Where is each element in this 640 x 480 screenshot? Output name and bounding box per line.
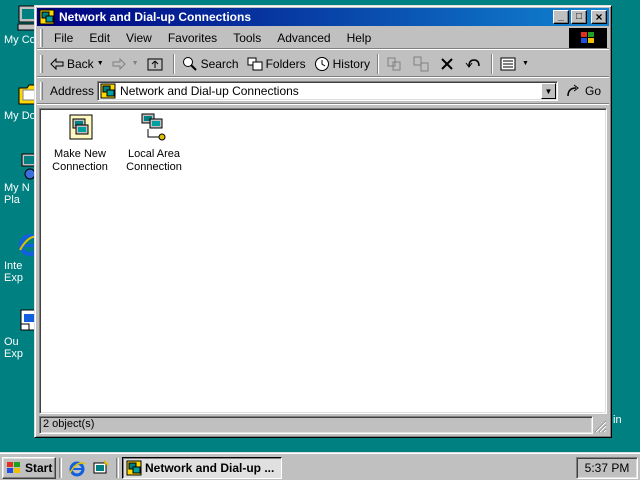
minimize-button[interactable]: _ xyxy=(553,10,569,24)
start-label: Start xyxy=(25,460,53,475)
make-new-connection-label: Make New Connection xyxy=(52,148,108,173)
system-tray: 5:37 PM xyxy=(576,457,638,479)
menu-help[interactable]: Help xyxy=(339,31,380,45)
network-connections-icon xyxy=(100,83,116,99)
folders-button[interactable]: Folders xyxy=(243,53,310,75)
go-arrow-icon xyxy=(567,84,579,97)
window-title: Network and Dial-up Connections xyxy=(59,10,252,24)
up-folder-button[interactable] xyxy=(143,53,170,75)
menu-edit[interactable]: Edit xyxy=(81,31,118,45)
taskbar-window-button[interactable]: Network and Dial-up ... xyxy=(122,456,282,479)
undo-icon xyxy=(465,58,480,68)
go-button[interactable]: Go xyxy=(562,84,609,98)
taskbar: Start Network and Dial-up ... 5:37 PM xyxy=(0,452,640,480)
back-button-label: Back xyxy=(67,56,94,71)
toolbar-separator xyxy=(376,53,379,74)
internet-explorer-icon[interactable] xyxy=(68,459,86,477)
search-button[interactable]: Search xyxy=(178,53,243,75)
address-input[interactable]: Network and Dial-up Connections ▼ xyxy=(97,81,558,101)
make-new-connection-item[interactable]: Make New Connection xyxy=(46,113,114,174)
menu-favorites[interactable]: Favorites xyxy=(160,31,225,45)
toolbar-grip[interactable] xyxy=(40,54,43,73)
address-bar: Address Network and Dial-up Connections … xyxy=(37,79,609,104)
clock[interactable]: 5:37 PM xyxy=(585,461,630,475)
forward-button[interactable]: ▼ xyxy=(108,53,143,75)
move-to-button[interactable] xyxy=(382,53,409,75)
up-folder-icon xyxy=(147,58,163,70)
windows-flag-icon xyxy=(7,461,20,473)
menu-view[interactable]: View xyxy=(118,31,160,45)
search-button-label: Search xyxy=(200,56,239,71)
back-dropdown-icon[interactable]: ▼ xyxy=(97,60,104,67)
standard-toolbar: Back ▼ ▼ Search Folders History ▼ xyxy=(37,51,609,77)
views-icon xyxy=(500,57,516,70)
network-connections-icon xyxy=(126,460,142,475)
status-object-count: 2 object(s) xyxy=(39,416,593,434)
chevron-down-icon: ▼ xyxy=(544,86,553,96)
move-to-icon xyxy=(387,57,401,70)
local-area-connection-label: Local Area Connection xyxy=(126,148,182,173)
folders-button-label: Folders xyxy=(265,56,306,71)
views-button[interactable]: ▼ xyxy=(496,53,533,75)
windows-flag-icon xyxy=(581,32,594,43)
resize-grip-icon xyxy=(594,420,607,433)
quick-launch-separator xyxy=(59,457,62,478)
menu-file[interactable]: File xyxy=(46,31,81,45)
forward-arrow-icon xyxy=(112,57,126,70)
start-button[interactable]: Start xyxy=(2,456,56,479)
forward-dropdown-icon[interactable]: ▼ xyxy=(132,60,139,67)
desktop-icon-label-partial: in xyxy=(613,414,622,426)
menu-bar-grip[interactable] xyxy=(40,28,43,47)
local-area-connection-item[interactable]: Local Area Connection xyxy=(120,113,188,174)
delete-x-icon xyxy=(441,57,453,70)
toolbar-separator xyxy=(172,53,175,74)
undo-button[interactable] xyxy=(461,53,488,75)
close-icon: × xyxy=(595,10,603,24)
menu-advanced[interactable]: Advanced xyxy=(269,31,338,45)
address-label: Address xyxy=(50,84,95,98)
make-new-connection-icon xyxy=(69,114,93,140)
history-icon xyxy=(314,56,329,71)
taskbar-window-label: Network and Dial-up ... xyxy=(145,460,275,475)
history-button[interactable]: History xyxy=(310,53,374,75)
folders-icon xyxy=(247,57,263,70)
show-desktop-icon[interactable] xyxy=(92,459,110,477)
folder-content-pane[interactable]: Make New Connection Local Area Connectio… xyxy=(39,108,607,414)
menu-bar: File Edit View Favorites Tools Advanced … xyxy=(37,27,609,49)
title-bar[interactable]: Network and Dial-up Connections _ □ × xyxy=(37,8,609,26)
minimize-icon: _ xyxy=(558,11,564,22)
back-button[interactable]: Back ▼ xyxy=(46,53,108,75)
close-button[interactable]: × xyxy=(591,10,607,24)
local-area-connection-icon xyxy=(141,113,166,141)
network-connections-icon xyxy=(39,9,55,25)
windows-logo-throbber xyxy=(569,28,607,48)
resize-grip[interactable] xyxy=(593,416,607,434)
quick-launch-separator xyxy=(116,457,119,478)
go-button-label: Go xyxy=(584,84,601,98)
address-value: Network and Dial-up Connections xyxy=(120,84,299,98)
maximize-button[interactable]: □ xyxy=(571,10,587,24)
views-dropdown-icon[interactable]: ▼ xyxy=(522,60,529,67)
address-bar-grip[interactable] xyxy=(40,82,43,100)
history-button-label: History xyxy=(332,56,370,71)
copy-to-button[interactable] xyxy=(409,53,436,75)
search-icon xyxy=(182,56,197,71)
copy-to-icon xyxy=(413,56,429,71)
menu-tools[interactable]: Tools xyxy=(225,31,269,45)
address-dropdown-button[interactable]: ▼ xyxy=(540,83,556,99)
back-arrow-icon xyxy=(50,57,64,70)
status-bar: 2 object(s) xyxy=(39,416,607,434)
maximize-icon: □ xyxy=(575,11,583,22)
delete-button[interactable] xyxy=(436,53,461,75)
toolbar-separator xyxy=(490,53,493,74)
explorer-window[interactable]: Network and Dial-up Connections _ □ × Fi… xyxy=(34,5,612,438)
